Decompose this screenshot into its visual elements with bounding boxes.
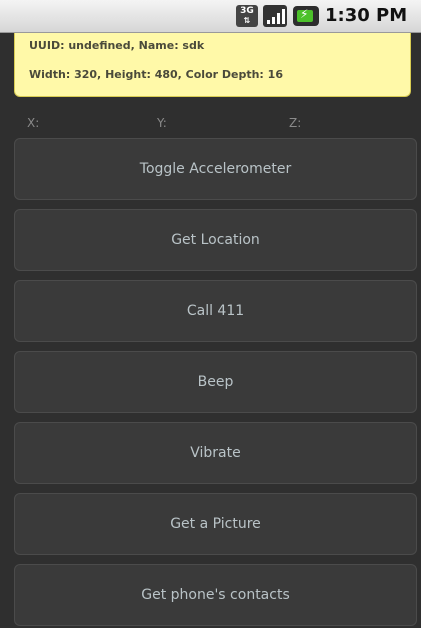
accel-z-label: Z: (289, 116, 302, 130)
battery-charging-icon: ⚡ (293, 6, 319, 26)
device-dimensions: Width: 320, Height: 480, Color Depth: 16 (29, 68, 283, 81)
get-contacts-button[interactable]: Get phone's contacts (14, 564, 417, 626)
call-411-button[interactable]: Call 411 (14, 280, 417, 342)
beep-button[interactable]: Beep (14, 351, 417, 413)
device-uuid-name: UUID: undefined, Name: sdk (29, 39, 205, 52)
network-3g-icon: 3G ⇅ (236, 5, 258, 27)
network-label: 3G (240, 6, 254, 16)
accel-x-label: X: (27, 116, 40, 130)
signal-strength-icon (263, 5, 287, 27)
toggle-accelerometer-button[interactable]: Toggle Accelerometer (14, 138, 417, 200)
clock: 1:30 PM (325, 5, 408, 26)
accel-y-label: Y: (157, 116, 167, 130)
status-bar: 3G ⇅ ⚡ 1:30 PM (0, 0, 421, 33)
get-picture-button[interactable]: Get a Picture (14, 493, 417, 555)
get-location-button[interactable]: Get Location (14, 209, 417, 271)
device-info-panel: UUID: undefined, Name: sdk Width: 320, H… (14, 33, 411, 97)
vibrate-button[interactable]: Vibrate (14, 422, 417, 484)
